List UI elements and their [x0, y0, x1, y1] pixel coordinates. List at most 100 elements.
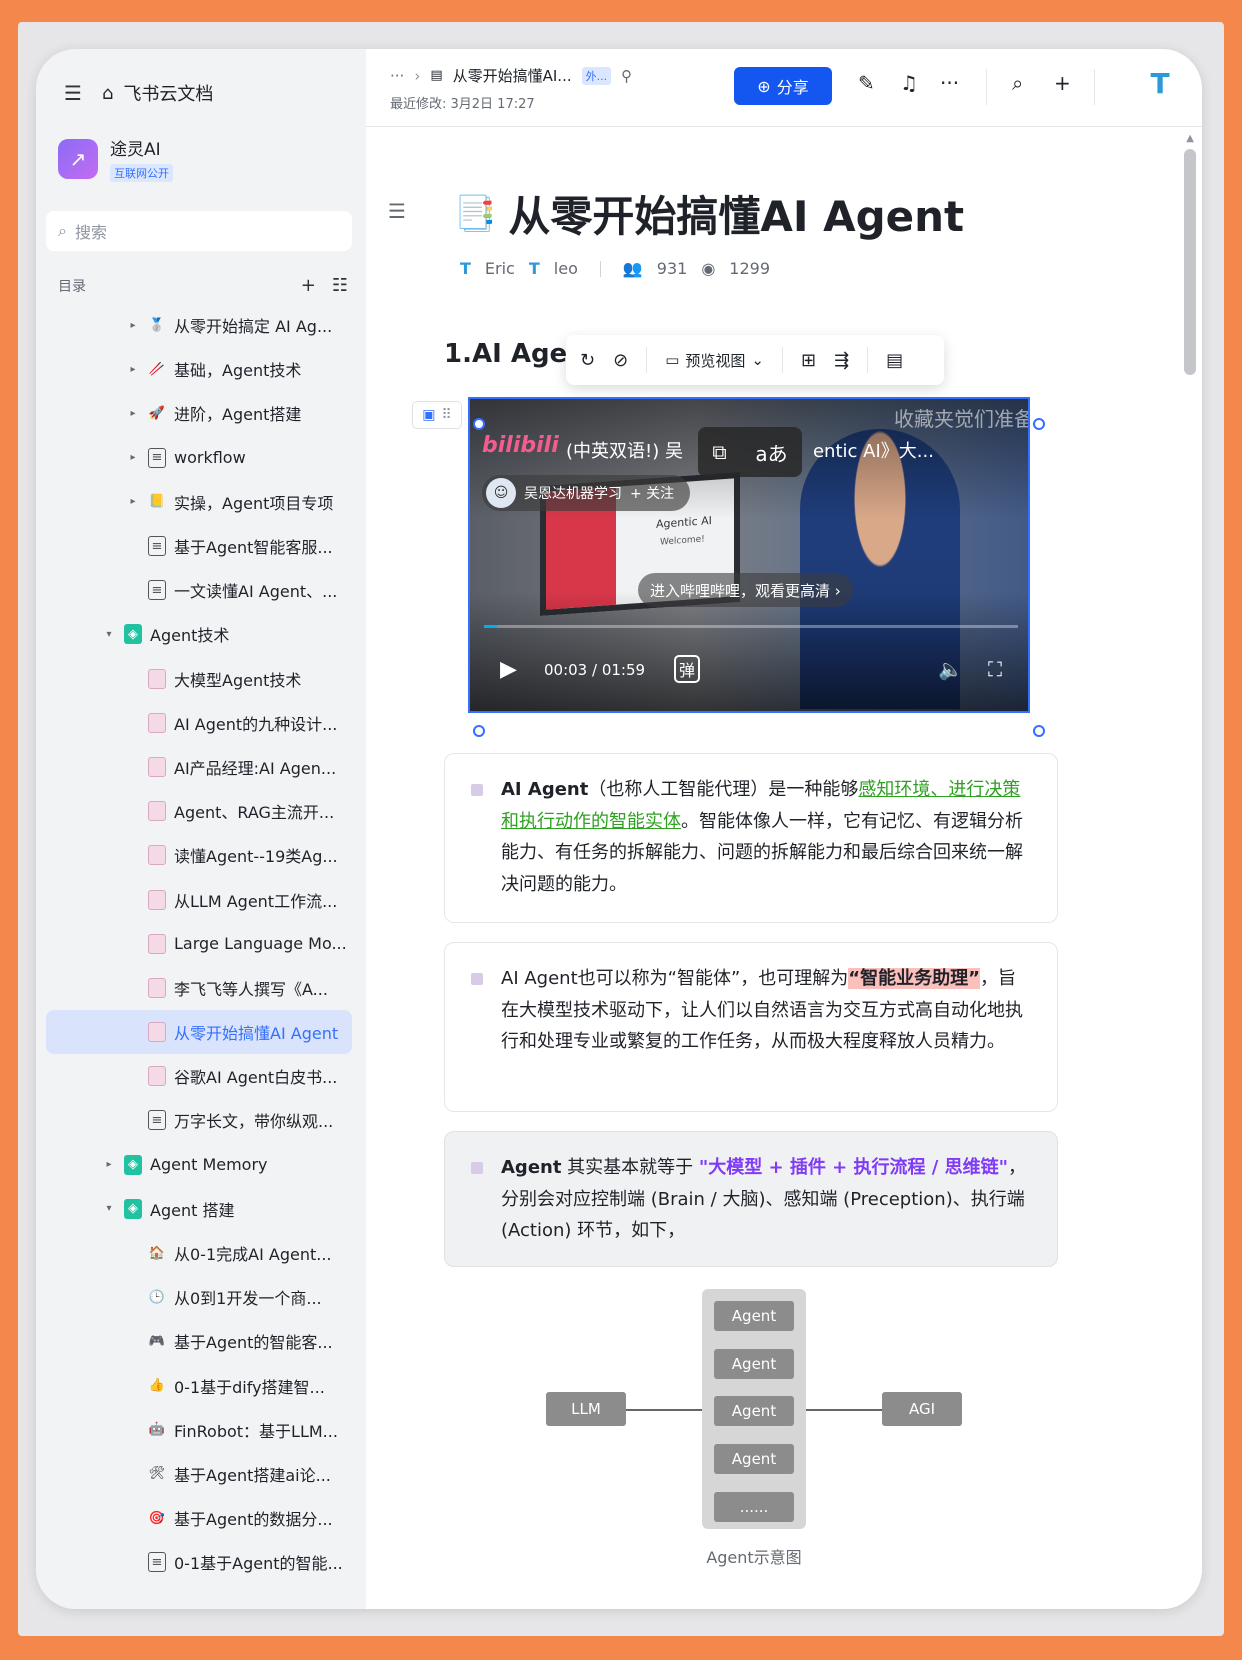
tree-item[interactable]: 大模型Agent技术 — [46, 657, 352, 701]
breadcrumb-more[interactable]: ··· — [390, 67, 404, 85]
workspace-header[interactable]: ↗ 途灵AI 互联网公开 — [58, 135, 173, 182]
uploader-chip[interactable]: ☺ 吴恩达机器学习 + 关注 — [482, 475, 691, 511]
collapse-arrow-icon[interactable]: ▾ — [102, 1203, 116, 1214]
agent-column: Agent Agent Agent Agent ...... — [702, 1289, 806, 1529]
more-icon[interactable]: ··· — [940, 71, 959, 95]
doc-meta: T Eric T leo 👥 931 ◉ 1299 — [460, 259, 770, 278]
tree-item[interactable]: 谷歌AI Agent白皮书... — [46, 1054, 352, 1098]
tree-item[interactable]: ≡ 0-1基于Agent的智能... — [46, 1540, 352, 1584]
tree-item[interactable]: ▸ ≡ workflow — [46, 436, 352, 480]
tree-item-label: Large Language Mo... — [174, 934, 347, 954]
tree-item[interactable]: ≡ 一文读懂AI Agent、... — [46, 568, 352, 612]
follow-button[interactable]: + 关注 — [630, 483, 674, 503]
tree-item[interactable]: ▸ 📒 实操，Agent项目专项 — [46, 480, 352, 524]
tree-item[interactable]: 🕒 从0到1开发一个商... — [46, 1275, 352, 1319]
tree-item-active[interactable]: 从零开始搞懂AI Agent — [46, 1010, 352, 1055]
toc-header: 目录 + ☷ — [58, 275, 348, 296]
resize-handle[interactable] — [1033, 418, 1045, 430]
tree-item[interactable]: ▸ 🥢 基础，Agent技术 — [46, 347, 352, 391]
volume-icon[interactable]: 🔈 — [938, 657, 963, 681]
search-input[interactable]: ⌕ 搜索 — [46, 211, 352, 251]
agent-node: Agent — [714, 1301, 794, 1331]
author-name[interactable]: Eric — [485, 259, 515, 278]
collapse-arrow-icon[interactable]: ▾ — [102, 629, 116, 640]
video-title-left: (中英双语!) 吴 — [566, 441, 683, 462]
tree-item-label: 从零开始搞懂AI Agent — [174, 1024, 339, 1044]
pin-icon[interactable]: ⚲ — [621, 67, 632, 85]
tree-item-label: 基础，Agent技术 — [174, 361, 302, 381]
tree-item[interactable]: ▸ 🚀 进阶，Agent搭建 — [46, 391, 352, 435]
add-icon[interactable]: + — [1054, 71, 1071, 95]
tree-item[interactable]: 李飞飞等人撰写《A... — [46, 966, 352, 1010]
view-mode-dropdown[interactable]: ▭ 预览视图 ⌄ — [665, 350, 764, 371]
translate-icon[interactable]: aあ — [755, 438, 787, 467]
breadcrumb-title[interactable]: 从零开始搞懂AI... — [453, 65, 572, 86]
open-bilibili-button[interactable]: 进入哔哩哔哩，观看更高清 › — [638, 573, 853, 607]
tree-item[interactable]: ▾ ◈ Agent技术 — [46, 612, 352, 656]
tree-item[interactable]: 🎯 基于Agent的数据分... — [46, 1496, 352, 1540]
tree-item[interactable]: 读懂Agent--19类Ag... — [46, 833, 352, 877]
share-button[interactable]: ⊕ 分享 — [734, 67, 832, 105]
user-avatar[interactable]: T — [1142, 67, 1178, 103]
comment-icon[interactable]: ▤ — [886, 350, 903, 371]
tree-item[interactable]: 🤖 FinRobot：基于LLM... — [46, 1408, 352, 1452]
expand-arrow-icon[interactable]: ▸ — [126, 452, 140, 463]
resize-handle[interactable] — [1033, 725, 1045, 737]
block-handle[interactable]: ▣ ⠿ — [412, 401, 462, 429]
toolbar-divider — [1094, 69, 1095, 105]
tree-item[interactable]: 从LLM Agent工作流... — [46, 877, 352, 921]
tree-item[interactable]: ≡ 基于Agent智能客服... — [46, 524, 352, 568]
expand-arrow-icon[interactable]: ▸ — [126, 408, 140, 419]
tree-item[interactable]: ▾ ◈ Agent 搭建 — [46, 1187, 352, 1231]
compass-icon[interactable]: ⊘ — [613, 350, 628, 371]
resize-handle[interactable] — [473, 418, 485, 430]
grid-icon[interactable]: ⊞ — [801, 350, 816, 371]
fullscreen-icon[interactable]: ⛶ — [988, 657, 1002, 681]
expand-arrow-icon[interactable]: ▸ — [126, 496, 140, 507]
danmaku-toggle[interactable]: 弹 — [674, 655, 701, 683]
tree-item[interactable]: 👍 0-1基于dify搭建智... — [46, 1364, 352, 1408]
toc-label: 目录 — [58, 278, 86, 295]
resize-handle[interactable] — [473, 725, 485, 737]
play-icon[interactable]: ▶ — [500, 657, 517, 682]
refresh-icon[interactable]: ↻ — [580, 350, 595, 371]
author-avatar-icon: T — [460, 259, 471, 278]
pip-icon[interactable]: ⧉ — [712, 440, 726, 464]
tree-item[interactable]: 🏠 从0-1完成AI Agent... — [46, 1231, 352, 1275]
tree-item[interactable]: AI Agent的九种设计... — [46, 701, 352, 745]
doc-icon — [148, 889, 166, 910]
callout-text: AI Agent也可以称为“智能体”，也可理解为 — [501, 968, 849, 989]
collapse-sidebar-icon[interactable]: ☰ — [64, 81, 82, 105]
expand-arrow-icon[interactable]: ▸ — [102, 1159, 116, 1170]
tree-item[interactable]: 🎮 基于Agent的智能客... — [46, 1319, 352, 1363]
tree-item[interactable]: ▸ 🥈 从零开始搞定 AI Ag... — [46, 303, 352, 347]
embedded-video[interactable]: Agentic AI Welcome! 收藏夹觉们准备 bilibili (中英… — [468, 397, 1030, 713]
wrap-icon[interactable]: ⇶ — [834, 350, 849, 371]
search-icon[interactable]: ⌕ — [1012, 71, 1023, 95]
tree-item-label: FinRobot：基于LLM... — [174, 1421, 338, 1441]
home-link[interactable]: ⌂ 飞书云文档 — [102, 80, 213, 106]
scroll-up-arrow-icon[interactable]: ▲ — [1186, 133, 1194, 144]
tree-item[interactable]: Large Language Mo... — [46, 922, 352, 966]
outline-icon[interactable]: ☰ — [388, 199, 406, 223]
expand-arrow-icon[interactable]: ▸ — [126, 320, 140, 331]
tree-item[interactable]: 🛠 基于Agent搭建ai论... — [46, 1452, 352, 1496]
search-icon: ⌕ — [58, 221, 67, 240]
expand-arrow-icon[interactable]: ▸ — [126, 364, 140, 375]
bell-icon[interactable]: ♫ — [900, 71, 918, 95]
tree-item[interactable]: ▸ ◈ Agent Memory — [46, 1143, 352, 1187]
topbar: ··· › ▤ 从零开始搞懂AI... 外... ⚲ 最近修改: 3月2日 17… — [366, 49, 1202, 127]
tree-item[interactable]: AI产品经理:AI Agen... — [46, 745, 352, 789]
callout-block: AI Agent（也称人工智能代理）是一种能够感知环境、进行决策和执行动作的智能… — [444, 753, 1058, 923]
tree-item[interactable]: ≡ 万字长文，带你纵观... — [46, 1098, 352, 1142]
author-name[interactable]: leo — [554, 259, 578, 278]
add-icon[interactable]: + — [301, 275, 316, 296]
tree-item-label: AI Agent的九种设计... — [174, 714, 338, 734]
page-icon: ≡ — [148, 1552, 166, 1573]
video-progress-bar[interactable] — [484, 625, 1018, 628]
scrollbar[interactable] — [1184, 149, 1196, 375]
tree-item-label: 从零开始搞定 AI Ag... — [174, 317, 333, 337]
list-settings-icon[interactable]: ☷ — [332, 275, 348, 296]
edit-icon[interactable]: ✎ — [858, 71, 875, 95]
tree-item[interactable]: Agent、RAG主流开... — [46, 789, 352, 833]
